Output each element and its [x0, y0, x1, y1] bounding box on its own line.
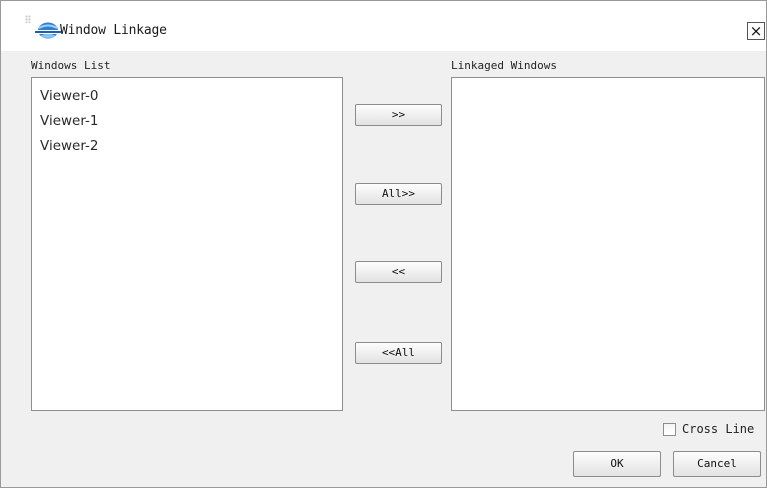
cross-line-checkbox[interactable] — [663, 423, 676, 436]
add-all-button[interactable]: All>> — [355, 183, 442, 205]
linkaged-windows-label: Linkaged Windows — [451, 59, 557, 72]
list-item[interactable]: Viewer-0 — [32, 84, 342, 109]
title-bar: Window Linkage × — [1, 1, 766, 51]
app-logo-icon — [34, 22, 62, 39]
window-title: Window Linkage — [60, 23, 167, 38]
cross-line-label: Cross Line — [682, 422, 755, 436]
close-button[interactable]: × — [747, 22, 765, 40]
drag-grip-icon[interactable] — [25, 15, 31, 23]
linkaged-windows-box[interactable] — [451, 77, 765, 411]
remove-button[interactable]: << — [355, 261, 442, 283]
list-item[interactable]: Viewer-1 — [32, 109, 342, 134]
windows-list-label: Windows List — [31, 59, 111, 72]
cancel-button[interactable]: Cancel — [673, 451, 761, 477]
windows-list-box[interactable]: Viewer-0 Viewer-1 Viewer-2 — [31, 77, 343, 411]
window-linkage-dialog: Window Linkage × Windows List Viewer-0 V… — [0, 0, 767, 488]
ok-button[interactable]: OK — [573, 451, 661, 477]
add-button[interactable]: >> — [355, 104, 442, 126]
list-item[interactable]: Viewer-2 — [32, 134, 342, 159]
remove-all-button[interactable]: <<All — [355, 342, 442, 364]
